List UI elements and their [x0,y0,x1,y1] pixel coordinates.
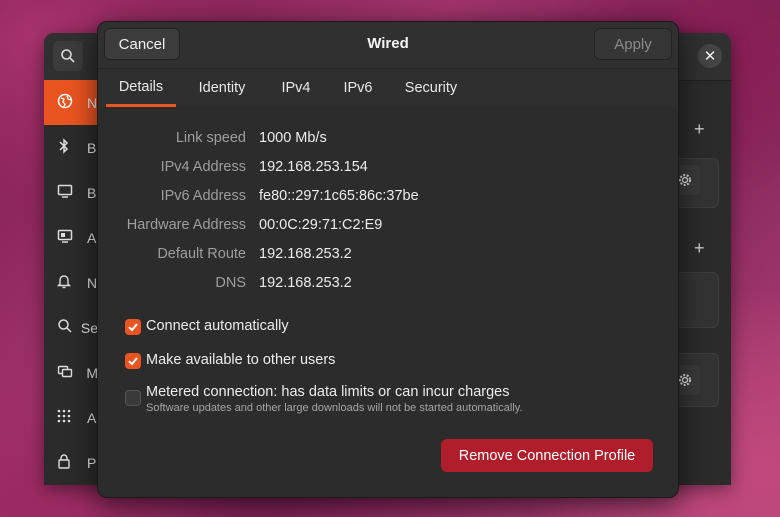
gear-icon [679,174,691,186]
wired-dialog: Cancel Wired Apply Details Identity IPv4… [97,21,679,498]
search-icon [44,318,81,337]
metered-connection-sublabel: Software updates and other large downloa… [146,402,523,414]
detail-link-speed: Link speed 1000 Mb/s [98,130,678,152]
checkmark-icon [128,323,138,332]
detail-value: 1000 Mb/s [259,130,327,146]
metered-connection-row[interactable]: Metered connection: has data limits or c… [125,384,522,414]
tab-bar: Details Identity IPv4 IPv6 Security [98,68,678,108]
close-icon: ✕ [703,48,717,65]
settings-sidebar: N B B A N Se M A P [44,80,98,485]
detail-label: IPv6 Address [160,188,246,204]
detail-ipv4-address: IPv4 Address 192.168.253.154 [98,159,678,181]
sidebar-item-label: Se [80,319,98,336]
detail-label: Hardware Address [126,217,246,233]
detail-value: 192.168.253.2 [259,275,352,291]
detail-value: fe80::297:1c65:86c:37be [259,188,419,204]
gear-icon [679,374,691,386]
tab-details[interactable]: Details [106,69,176,107]
tab-identity[interactable]: Identity [186,69,258,107]
sidebar-item-network[interactable]: N [44,80,98,125]
sidebar-item-label: A [87,409,97,426]
available-to-others-label: Make available to other users [146,352,336,368]
dialog-header: Cancel Wired Apply [98,22,678,68]
add-connection-icon[interactable]: + [694,119,705,140]
background-icon [44,183,87,202]
metered-connection-checkbox[interactable] [125,390,141,406]
notifications-icon [44,273,87,292]
sidebar-item-label: B [87,139,97,156]
sidebar-item-background[interactable]: B [44,170,98,215]
appearance-icon [44,228,87,247]
sidebar-item-label: A [87,229,97,246]
sidebar-item-label: P [87,454,97,471]
dialog-title: Wired [367,35,409,52]
detail-label: Link speed [175,130,246,146]
sidebar-item-bluetooth[interactable]: B [44,125,98,170]
connect-automatically-label: Connect automatically [146,318,289,334]
detail-ipv6-address: IPv6 Address fe80::297:1c65:86c:37be [98,188,678,210]
close-button[interactable]: ✕ [698,44,722,68]
detail-value: 192.168.253.154 [259,159,368,175]
details-content: Link speed 1000 Mb/s IPv4 Address 192.16… [98,107,678,497]
metered-connection-label: Metered connection: has data limits or c… [146,384,510,400]
available-to-others-row[interactable]: Make available to other users [125,352,335,369]
detail-label: DNS [215,275,246,291]
sidebar-item-appearance[interactable]: A [44,215,98,260]
background-panel [678,272,719,328]
sidebar-item-applications[interactable]: A [44,395,98,440]
detail-default-route: Default Route 192.168.253.2 [98,246,678,268]
tab-security[interactable]: Security [395,69,467,107]
detail-hardware-address: Hardware Address 00:0C:29:71:C2:E9 [98,217,678,239]
search-icon [61,49,75,63]
connect-automatically-row[interactable]: Connect automatically [125,318,289,335]
tab-ipv4[interactable]: IPv4 [270,69,322,107]
sidebar-item-label: N [87,274,98,291]
sidebar-item-search[interactable]: Se [44,305,98,350]
sidebar-item-notifications[interactable]: N [44,260,98,305]
network-icon [44,93,87,112]
add-vpn-icon[interactable]: + [694,238,705,259]
lock-icon [44,453,87,472]
search-button[interactable] [53,41,83,71]
connect-automatically-checkbox[interactable] [125,319,141,335]
detail-dns: DNS 192.168.253.2 [98,275,678,297]
applications-icon [44,409,87,426]
bluetooth-icon [44,138,87,157]
sidebar-item-privacy[interactable]: P [44,440,98,485]
detail-value: 192.168.253.2 [259,246,352,262]
remove-connection-profile-button[interactable]: Remove Connection Profile [441,439,653,472]
multitasking-icon [44,363,86,382]
tab-ipv6[interactable]: IPv6 [333,69,383,107]
sidebar-item-label: N [87,94,98,111]
checkmark-icon [128,357,138,366]
detail-label: Default Route [157,246,246,262]
sidebar-item-multitasking[interactable]: M [44,350,98,395]
detail-value: 00:0C:29:71:C2:E9 [259,217,383,233]
apply-button[interactable]: Apply [594,28,672,60]
sidebar-item-label: B [87,184,97,201]
available-to-others-checkbox[interactable] [125,353,141,369]
detail-label: IPv4 Address [160,159,246,175]
